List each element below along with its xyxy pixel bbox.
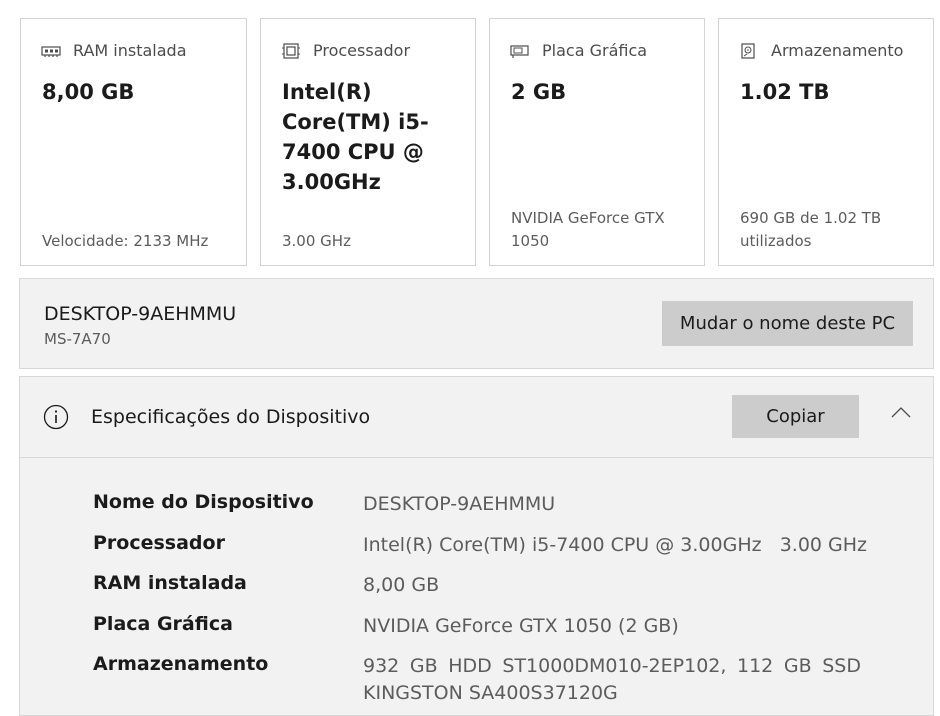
ram-card-value: 8,00 GB bbox=[42, 80, 135, 104]
spec-value: 932 GB HDD ST1000DM010-2EP102, 112 GB SS… bbox=[363, 655, 861, 704]
graphics-card-value: 2 GB bbox=[511, 80, 567, 104]
graphics-card: Placa Gráfica 2 GB NVIDIA GeForce GTX 10… bbox=[489, 18, 705, 266]
pc-name: DESKTOP-9AEHMMU bbox=[44, 303, 237, 325]
storage-card: Armazenamento 1.02 TB 690 GB de 1.02 TB … bbox=[718, 18, 934, 266]
storage-icon bbox=[741, 42, 755, 59]
processor-card-title: Processador bbox=[313, 41, 411, 60]
graphics-card-title: Placa Gráfica bbox=[542, 41, 648, 60]
chevron-up-icon[interactable] bbox=[890, 405, 912, 419]
ram-card-title: RAM instalada bbox=[73, 41, 187, 60]
copy-button[interactable]: Copiar bbox=[732, 395, 859, 438]
pc-model: MS-7A70 bbox=[44, 330, 111, 348]
processor-card-detail: 3.00 GHz bbox=[282, 232, 351, 250]
storage-card-value: 1.02 TB bbox=[740, 80, 830, 104]
ram-icon bbox=[41, 45, 61, 57]
graphics-card-icon bbox=[510, 44, 529, 58]
pc-name-panel: DESKTOP-9AEHMMU MS-7A70 Mudar o nome des… bbox=[19, 278, 934, 369]
ram-card-detail: Velocidade: 2133 MHz bbox=[42, 232, 209, 250]
spec-value: NVIDIA GeForce GTX 1050 (2 GB) bbox=[363, 615, 679, 637]
device-specifications-panel: Especificações do Dispositivo Copiar Nom… bbox=[19, 376, 934, 716]
spec-label: Processador bbox=[93, 532, 225, 554]
rename-pc-button[interactable]: Mudar o nome deste PC bbox=[662, 301, 913, 346]
spec-label: Placa Gráfica bbox=[93, 613, 233, 635]
info-icon bbox=[43, 404, 69, 430]
processor-card-value: Intel(R) Core(TM) i5-7400 CPU @ 3.00GHz bbox=[282, 80, 429, 194]
processor-card: Processador Intel(R) Core(TM) i5-7400 CP… bbox=[260, 18, 476, 266]
ram-card: RAM instalada 8,00 GB Velocidade: 2133 M… bbox=[20, 18, 247, 266]
spec-label: RAM instalada bbox=[93, 572, 247, 594]
spec-label: Nome do Dispositivo bbox=[93, 491, 314, 513]
storage-card-title: Armazenamento bbox=[771, 41, 904, 60]
graphics-card-detail: NVIDIA GeForce GTX 1050 bbox=[511, 209, 665, 250]
storage-card-detail: 690 GB de 1.02 TB utilizados bbox=[740, 209, 882, 250]
specs-header[interactable]: Especificações do Dispositivo Copiar bbox=[20, 377, 933, 458]
spec-value: DESKTOP-9AEHMMU bbox=[363, 493, 556, 515]
spec-value: 8,00 GB bbox=[363, 574, 440, 596]
spec-value: Intel(R) Core(TM) i5-7400 CPU @ 3.00GHz … bbox=[363, 534, 868, 556]
processor-icon bbox=[282, 42, 300, 59]
spec-label: Armazenamento bbox=[93, 653, 269, 675]
specs-title: Especificações do Dispositivo bbox=[91, 406, 371, 428]
